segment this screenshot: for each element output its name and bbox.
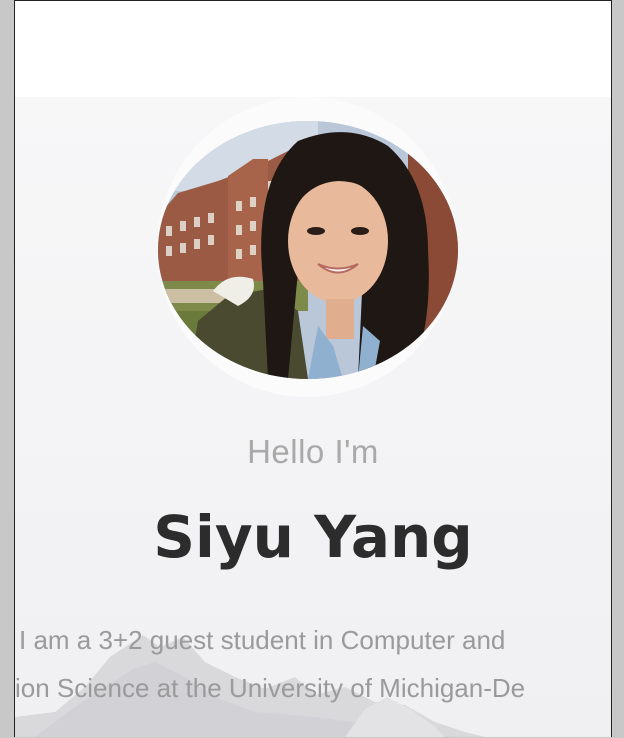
bio-line-2: ion Science at the University of Michiga…: [15, 673, 526, 703]
page-frame: Hello I'm Siyu Yang I am a 3+2 guest stu…: [14, 0, 612, 737]
person-name: Siyu Yang: [153, 503, 473, 571]
bio-line-1: I am a 3+2 guest student in Computer and: [19, 625, 506, 655]
profile-photo: [158, 121, 458, 379]
greeting-text: Hello I'm: [247, 433, 379, 470]
